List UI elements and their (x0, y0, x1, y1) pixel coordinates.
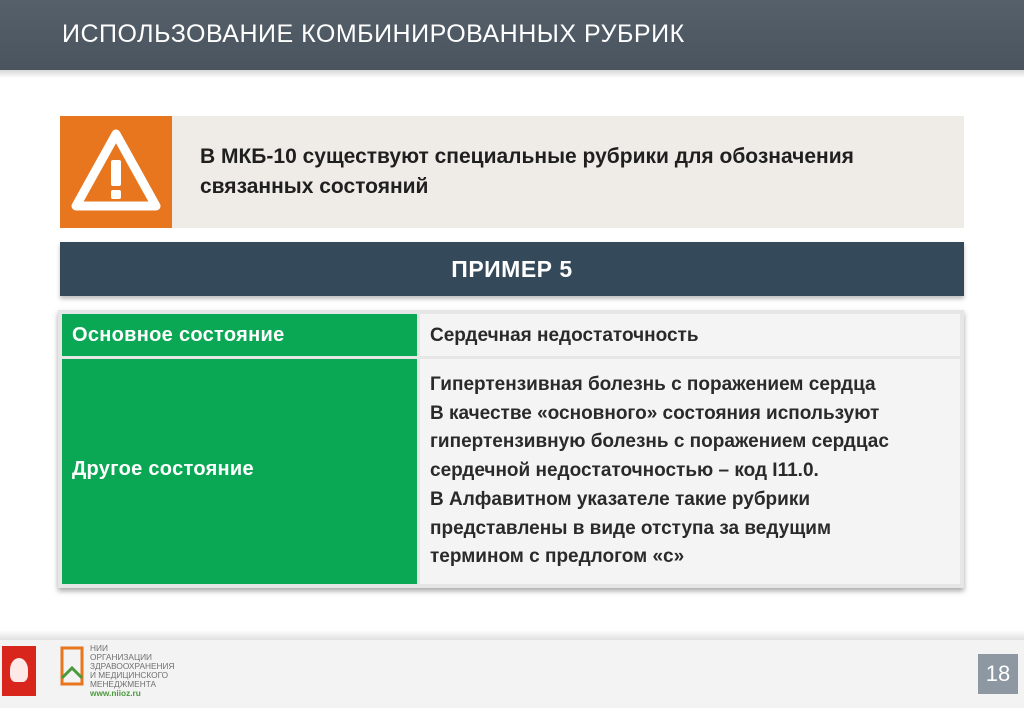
warning-callout: В МКБ-10 существуют специальные рубрики … (60, 116, 964, 228)
slide-title: ИСПОЛЬЗОВАНИЕ КОМБИНИРОВАННЫХ РУБРИК (62, 20, 685, 48)
other-condition-value: Гипертензивная болезнь с поражением серд… (430, 371, 889, 572)
page-number-badge: 18 (978, 654, 1018, 694)
warning-text-line: связанных состояний (200, 175, 429, 198)
warning-icon-box (60, 116, 172, 228)
org-url[interactable]: www.niioz.ru (90, 688, 174, 698)
organization-name: НИИ ОРГАНИЗАЦИИ ЗДРАВООХРАНЕНИЯ И МЕДИЦИ… (90, 644, 174, 697)
niioz-logo-icon (60, 646, 84, 686)
value-line: В Алфавитном указателе такие рубрики (430, 488, 811, 510)
value-line: Гипертензивная болезнь с поражением серд… (430, 374, 876, 395)
warning-text: В МКБ-10 существуют специальные рубрики … (200, 142, 940, 202)
warning-text-line: В МКБ-10 существуют специальные рубрики … (200, 145, 854, 168)
other-condition-label: Другое состояние (72, 458, 254, 480)
table-row-value-cell: Гипертензивная болезнь с поражением серд… (420, 359, 960, 584)
value-line: гипертензивную болезнь с поражением серд… (430, 431, 889, 453)
table-row-label-cell: Основное состояние (62, 314, 417, 356)
footer-shadow (0, 630, 1024, 640)
slide-header: ИСПОЛЬЗОВАНИЕ КОМБИНИРОВАННЫХ РУБРИК (0, 0, 1024, 70)
example-title: ПРИМЕР 5 (451, 255, 573, 282)
value-line: сердечной недостаточностью – код I11.0. (430, 460, 819, 482)
warning-triangle-icon (71, 129, 161, 211)
example-header-bar: ПРИМЕР 5 (60, 242, 964, 296)
slide-footer: НИИ ОРГАНИЗАЦИИ ЗДРАВООХРАНЕНИЯ И МЕДИЦИ… (0, 640, 1024, 708)
value-line: термином с предлогом «с» (430, 546, 685, 568)
table-row-label-cell: Другое состояние (62, 359, 417, 584)
main-condition-label: Основное состояние (72, 324, 285, 346)
conditions-table: Основное состояние Сердечная недостаточн… (58, 310, 964, 588)
header-shadow (0, 70, 1024, 78)
main-condition-value: Сердечная недостаточность (430, 325, 699, 346)
value-line: В качестве «основного» состояния использ… (430, 402, 880, 424)
value-line: представлены в виде отступа за ведущим (430, 517, 832, 539)
table-row-value-cell: Сердечная недостаточность (420, 314, 960, 356)
moscow-emblem-icon (2, 646, 36, 696)
